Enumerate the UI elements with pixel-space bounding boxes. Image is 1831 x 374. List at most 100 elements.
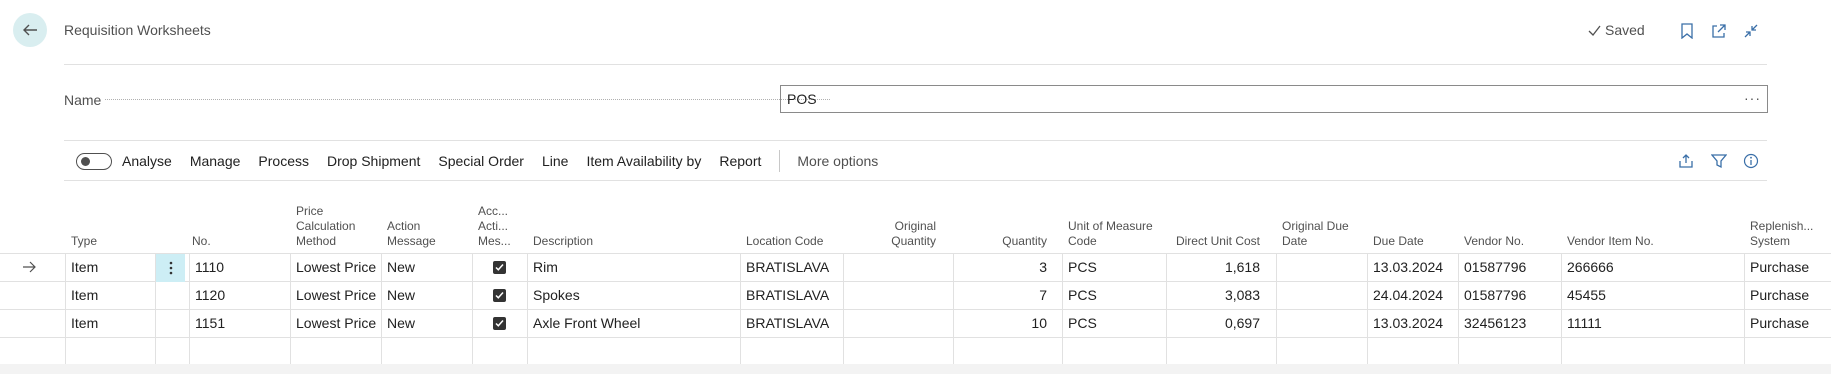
cell-vendor-no[interactable]: 32456123	[1464, 309, 1554, 337]
cell-due-date[interactable]: 13.03.2024	[1373, 309, 1453, 337]
cell-direct-unit-cost[interactable]: 3,083	[1170, 281, 1260, 309]
cell-price-calc[interactable]: Lowest Price	[296, 253, 380, 281]
col-divider	[1166, 253, 1167, 364]
accept-checkbox[interactable]	[493, 253, 513, 281]
col-header-vendor-no[interactable]: Vendor No.	[1464, 198, 1554, 254]
cell-original-quantity[interactable]	[850, 281, 947, 309]
col-header-unit-of-measure-code[interactable]: Unit of Measure Code	[1068, 198, 1168, 254]
analyse-toggle[interactable]	[76, 152, 112, 170]
cell-uom[interactable]: PCS	[1068, 253, 1162, 281]
action-line[interactable]: Line	[542, 153, 568, 169]
analyse-label[interactable]: Analyse	[122, 153, 172, 169]
cell-replenishment-system[interactable]: Purchase	[1750, 253, 1830, 281]
col-divider	[1458, 253, 1459, 364]
cell-uom[interactable]: PCS	[1068, 309, 1162, 337]
cell-description[interactable]: Axle Front Wheel	[533, 309, 733, 337]
cell-due-date[interactable]: 13.03.2024	[1373, 253, 1453, 281]
actionbar-top-divider	[64, 140, 1767, 141]
cell-due-date[interactable]: 24.04.2024	[1373, 281, 1453, 309]
cell-original-due-date[interactable]	[1282, 281, 1362, 309]
header-divider	[64, 64, 1767, 65]
cell-action-message[interactable]: New	[387, 253, 467, 281]
name-input[interactable]: POS ···	[780, 85, 1768, 113]
col-header-type[interactable]: Type	[71, 198, 151, 254]
cell-original-quantity[interactable]	[850, 253, 947, 281]
action-drop-shipment[interactable]: Drop Shipment	[327, 153, 420, 169]
cell-quantity[interactable]: 10	[960, 309, 1047, 337]
col-header-direct-unit-cost[interactable]: Direct Unit Cost	[1170, 198, 1260, 254]
action-report[interactable]: Report	[719, 153, 761, 169]
page-header: Requisition Worksheets Saved	[0, 0, 1831, 62]
cell-price-calc[interactable]: Lowest Price	[296, 281, 380, 309]
accept-checkbox[interactable]	[493, 309, 513, 337]
name-label: Name	[64, 92, 106, 108]
cell-description[interactable]: Spokes	[533, 281, 733, 309]
field-leader-dots	[104, 99, 830, 100]
filter-icon[interactable]	[1709, 151, 1729, 171]
cell-replenishment-system[interactable]: Purchase	[1750, 309, 1830, 337]
cell-no[interactable]: 1110	[195, 253, 285, 281]
col-divider	[472, 253, 473, 364]
cell-no[interactable]: 1151	[195, 309, 285, 337]
cell-direct-unit-cost[interactable]: 1,618	[1170, 253, 1260, 281]
action-special-order[interactable]: Special Order	[438, 153, 524, 169]
accept-checkbox[interactable]	[493, 281, 513, 309]
col-header-description[interactable]: Description	[533, 198, 733, 254]
col-header-vendor-item-no[interactable]: Vendor Item No.	[1567, 198, 1687, 254]
more-options-button[interactable]: More options	[797, 153, 878, 169]
collapse-icon[interactable]	[1741, 21, 1761, 41]
col-header-location-code[interactable]: Location Code	[746, 198, 846, 254]
action-item-availability-by[interactable]: Item Availability by	[586, 153, 701, 169]
col-header-price-calculation-method[interactable]: Price Calculation Method	[296, 198, 380, 254]
page-title: Requisition Worksheets	[64, 22, 211, 38]
col-divider	[189, 253, 190, 364]
action-bar: Analyse Manage Process Drop Shipment Spe…	[64, 146, 1768, 176]
action-process[interactable]: Process	[258, 153, 309, 169]
col-header-original-due-date[interactable]: Original Due Date	[1282, 198, 1362, 254]
cell-vendor-item-no[interactable]: 11111	[1567, 309, 1737, 337]
cell-uom[interactable]: PCS	[1068, 281, 1162, 309]
cell-type[interactable]: Item	[71, 253, 151, 281]
cell-type[interactable]: Item	[71, 281, 151, 309]
bookmark-icon[interactable]	[1677, 21, 1697, 41]
cell-quantity[interactable]: 7	[960, 281, 1047, 309]
cell-price-calc[interactable]: Lowest Price	[296, 309, 380, 337]
col-header-no[interactable]: No.	[192, 198, 272, 254]
col-header-original-quantity[interactable]: Original Quantity	[860, 198, 936, 254]
cell-vendor-item-no[interactable]: 266666	[1567, 253, 1737, 281]
cell-location-code[interactable]: BRATISLAVA	[746, 281, 840, 309]
col-header-replenishment-system[interactable]: Replenish... System	[1750, 198, 1828, 254]
cell-location-code[interactable]: BRATISLAVA	[746, 253, 840, 281]
col-divider	[843, 253, 844, 364]
row-actions-menu-button[interactable]	[156, 254, 185, 282]
col-header-quantity[interactable]: Quantity	[970, 198, 1047, 254]
cell-original-quantity[interactable]	[850, 309, 947, 337]
cell-type[interactable]: Item	[71, 309, 151, 337]
action-manage[interactable]: Manage	[190, 153, 241, 169]
cell-vendor-no[interactable]: 01587796	[1464, 253, 1554, 281]
cell-description[interactable]: Rim	[533, 253, 733, 281]
more-vertical-icon	[169, 261, 172, 275]
cell-original-due-date[interactable]	[1282, 309, 1362, 337]
col-header-due-date[interactable]: Due Date	[1373, 198, 1453, 254]
col-header-action-message[interactable]: Action Message	[387, 198, 467, 254]
lookup-ellipsis-button[interactable]: ···	[1744, 90, 1761, 106]
row-divider	[0, 337, 1831, 338]
cell-location-code[interactable]: BRATISLAVA	[746, 309, 840, 337]
open-new-window-icon[interactable]	[1709, 21, 1729, 41]
cell-action-message[interactable]: New	[387, 281, 467, 309]
info-icon[interactable]	[1741, 151, 1761, 171]
cell-direct-unit-cost[interactable]: 0,697	[1170, 309, 1260, 337]
cell-no[interactable]: 1120	[195, 281, 285, 309]
col-header-accept-action-message[interactable]: Acc... Acti... Mes...	[478, 198, 511, 254]
cell-replenishment-system[interactable]: Purchase	[1750, 281, 1830, 309]
cell-action-message[interactable]: New	[387, 309, 467, 337]
share-icon[interactable]	[1676, 151, 1696, 171]
current-row-arrow-icon	[22, 253, 42, 281]
cell-vendor-no[interactable]: 01587796	[1464, 281, 1554, 309]
cell-vendor-item-no[interactable]: 45455	[1567, 281, 1737, 309]
name-value: POS	[787, 91, 817, 107]
cell-quantity[interactable]: 3	[960, 253, 1047, 281]
cell-original-due-date[interactable]	[1282, 253, 1362, 281]
back-button[interactable]	[13, 13, 47, 47]
